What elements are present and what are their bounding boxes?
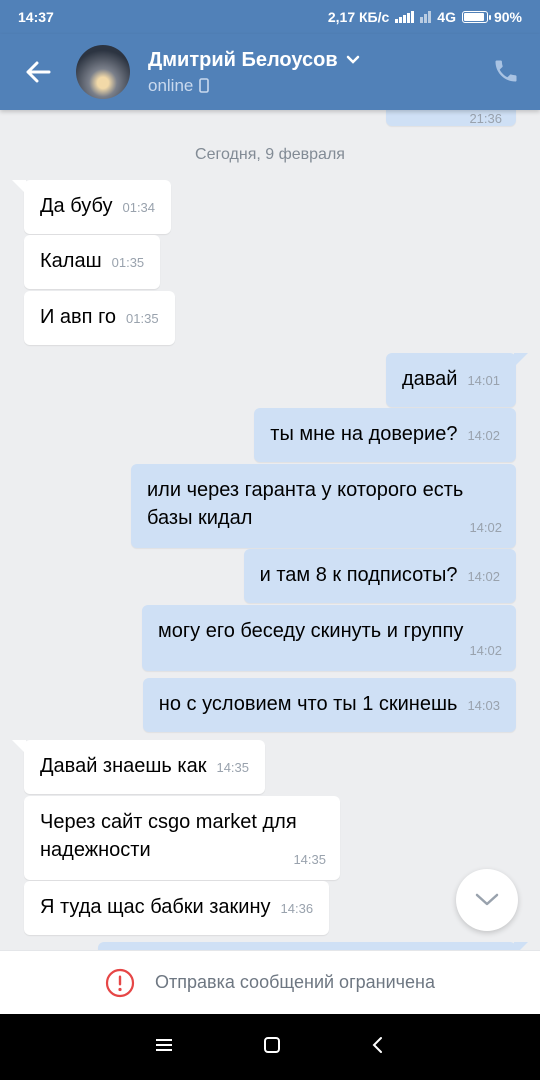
mobile-icon xyxy=(199,78,210,93)
message-text: могу его беседу скинуть и группу xyxy=(158,620,464,642)
exclamation-circle-icon xyxy=(105,968,135,997)
message-in[interactable]: Калаш 01:35 xyxy=(24,235,161,289)
signal-icon xyxy=(395,11,415,23)
clock: 14:37 xyxy=(18,9,54,25)
message-text: или через гаранта у которого есть базы к… xyxy=(147,479,464,529)
message-in[interactable]: И авп го 01:35 xyxy=(24,291,175,345)
message-list[interactable]: 21:36 Сегодня, 9 февраля Да бубу 01:34 Ка… xyxy=(0,110,540,950)
system-nav-bar xyxy=(0,1014,540,1080)
message-text: И авп го xyxy=(40,306,117,328)
chevron-down-icon xyxy=(475,893,499,906)
message-text: Калаш xyxy=(40,250,102,272)
peer-status: online xyxy=(148,75,194,95)
nav-menu-button[interactable] xyxy=(154,1037,174,1058)
nav-home-button[interactable] xyxy=(262,1035,282,1060)
message-time: 14:02 xyxy=(469,520,502,535)
message-in[interactable]: Через сайт csgo market для надежности 14:… xyxy=(24,796,340,880)
message-text: но с условием что ты 1 скинешь xyxy=(158,693,458,715)
message-out[interactable]: и там 8 к подписоты? 14:02 xyxy=(243,549,516,603)
message-text: ты мне на доверие? xyxy=(270,423,458,445)
restricted-text: Отправка сообщений ограничена xyxy=(155,972,435,992)
message-text: Через сайт csgo market для надежности xyxy=(40,811,297,861)
message-out[interactable]: ты мне на доверие? 14:02 xyxy=(254,408,516,462)
message-in[interactable]: Давай знаешь как 14:35 xyxy=(11,740,266,794)
message-time: 01:34 xyxy=(122,200,156,215)
message-time: 14:36 xyxy=(280,901,314,916)
message-time: 01:35 xyxy=(126,311,159,326)
message-text: Я туда щас бабки закину xyxy=(40,896,271,918)
arrow-left-icon xyxy=(26,61,51,83)
message-text: Да бубу xyxy=(40,195,113,217)
message-time: 14:02 xyxy=(469,643,502,658)
avatar[interactable] xyxy=(76,45,130,99)
signal-2-icon xyxy=(420,11,432,23)
scroll-down-button[interactable] xyxy=(456,869,518,931)
call-button[interactable] xyxy=(492,57,520,90)
message-out[interactable]: или через гаранта у которого есть базы к… xyxy=(131,464,516,548)
message-out[interactable]: давай 14:01 xyxy=(385,353,529,407)
network-type: 4G xyxy=(437,9,456,25)
status-bar: 14:37 2,17 КБ/с 4G 90% xyxy=(0,0,540,34)
square-icon xyxy=(264,1036,280,1053)
phone-icon xyxy=(495,60,517,82)
message-time: 21:36 xyxy=(469,111,502,126)
message-time: 14:01 xyxy=(467,373,500,388)
net-speed: 2,17 КБ/с xyxy=(327,9,390,25)
message-out-partial[interactable] xyxy=(98,942,528,950)
chevron-down-icon xyxy=(346,55,359,64)
peer-name: Дмитрий Белоусов xyxy=(148,48,338,71)
message-time: 14:35 xyxy=(293,852,326,867)
message-time: 14:02 xyxy=(467,569,500,584)
chat-header: Дмитрий Белоусов online xyxy=(0,34,540,110)
message-in[interactable]: Я туда щас бабки закину 14:36 xyxy=(24,881,330,935)
message-out[interactable]: могу его беседу скинуть и группу 14:02 xyxy=(142,605,516,671)
message-time: 01:35 xyxy=(111,255,145,270)
message-out-partial[interactable]: 21:36 xyxy=(386,110,516,126)
message-time: 14:03 xyxy=(467,698,500,713)
message-time: 14:35 xyxy=(216,760,250,775)
date-separator: Сегодня, 9 февраля xyxy=(195,146,345,163)
message-text: давай xyxy=(401,368,458,390)
message-in[interactable]: Да бубу 01:34 xyxy=(11,180,172,234)
message-text: Давай знаешь как xyxy=(40,755,207,777)
menu-icon xyxy=(156,1038,172,1051)
message-text: и там 8 к подписоты? xyxy=(259,564,458,586)
battery-icon xyxy=(461,11,491,23)
back-icon xyxy=(372,1036,382,1053)
message-out[interactable]: но с условием что ты 1 скинешь 14:03 xyxy=(142,678,516,732)
peer-info[interactable]: Дмитрий Белоусов online xyxy=(148,49,360,96)
back-button[interactable] xyxy=(0,34,76,110)
nav-back-button[interactable] xyxy=(370,1035,386,1060)
battery-level: 90% xyxy=(493,9,522,25)
message-time: 14:02 xyxy=(467,428,500,443)
restricted-notice: Отправка сообщений ограничена xyxy=(0,950,540,1014)
